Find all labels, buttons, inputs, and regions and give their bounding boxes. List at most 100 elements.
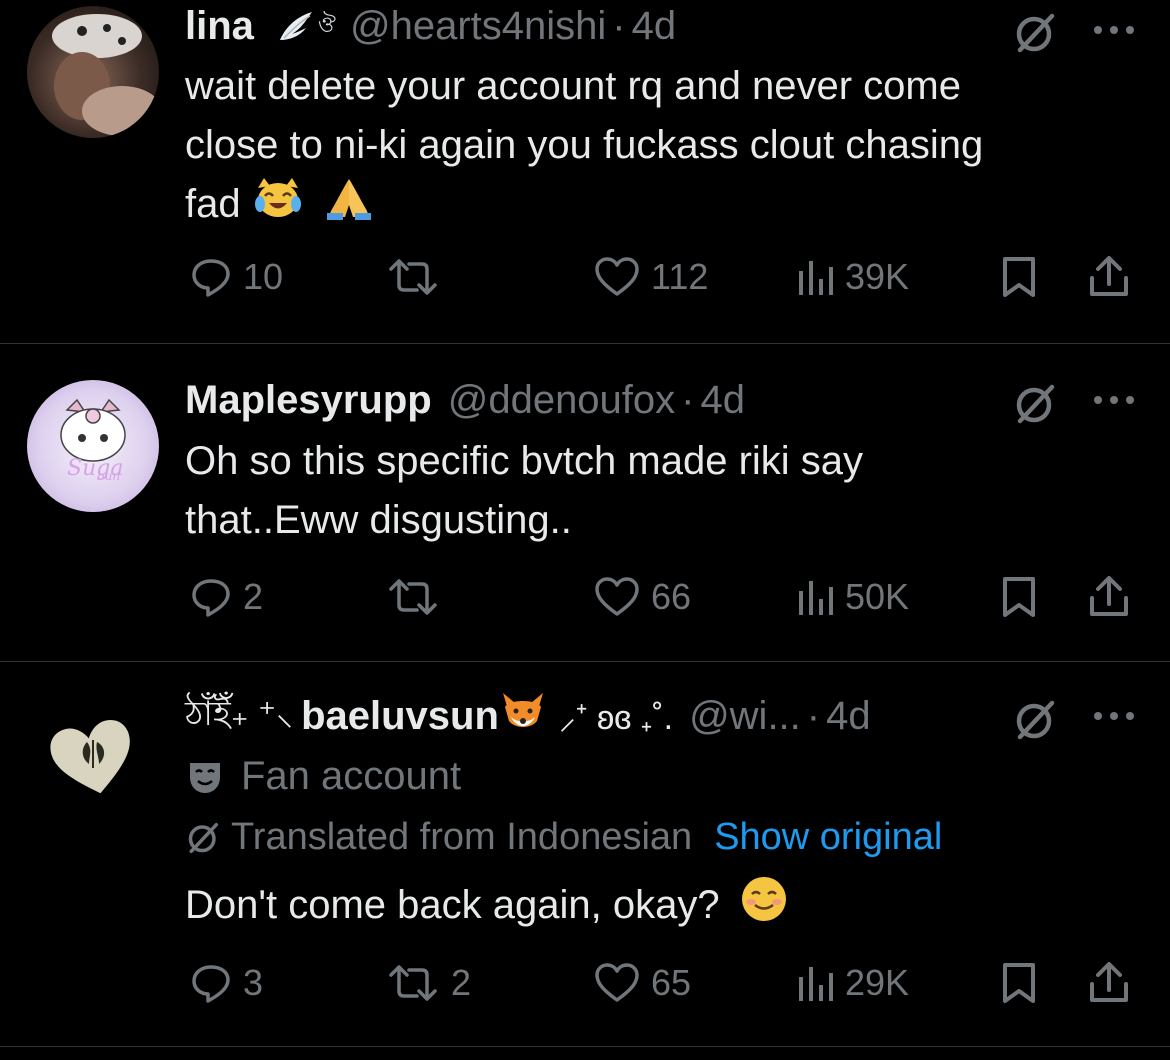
tweet-maplesyrupp[interactable]: Suga bun Maplesyrupp @ddenoufox · 4d Oh … — [0, 344, 1170, 661]
views-count: 50K — [845, 576, 910, 617]
timestamp[interactable]: 4d — [701, 378, 746, 423]
tweet-text-line: fad — [185, 175, 1145, 238]
tweet-text-line: Don't come back again, okay? — [185, 874, 1145, 941]
reply-count: 2 — [243, 576, 264, 617]
bookmark-button[interactable] — [1000, 252, 1038, 302]
like-count: 65 — [651, 962, 692, 1003]
reply-icon — [192, 965, 230, 1003]
tweet-baeluvsun[interactable]: ঠাঁইঁ₊ ⁺⸜ baeluvsun ⸝⁺ ʚɞ ₊˚. @wi... · 4… — [0, 662, 1170, 1046]
crying-laughing-cat-emoji — [252, 176, 304, 237]
like-button[interactable]: 65 — [593, 958, 691, 1008]
share-button[interactable] — [1087, 252, 1131, 302]
translated-label: Translated from Indonesian — [231, 816, 693, 858]
reply-icon — [192, 259, 230, 297]
reply-button[interactable]: 10 — [189, 252, 283, 302]
handle[interactable]: @ddenoufox — [448, 378, 675, 423]
views-count: 39K — [845, 256, 910, 297]
display-name[interactable]: Maplesyrupp — [185, 378, 432, 423]
more-icon[interactable] — [1090, 706, 1138, 726]
display-name[interactable]: lina — [185, 4, 254, 49]
share-button[interactable] — [1087, 572, 1131, 622]
repost-count: 2 — [451, 962, 472, 1003]
affiliate-badge[interactable]: Fan account — [185, 754, 461, 799]
like-icon — [595, 577, 639, 616]
reply-count: 3 — [243, 962, 264, 1003]
like-count: 66 — [651, 576, 692, 617]
bookmark-button[interactable] — [1000, 958, 1038, 1008]
share-icon — [1090, 256, 1128, 296]
like-count: 112 — [651, 256, 709, 297]
name-decoration: ঠাঁইঁ₊ ⁺⸜ — [185, 694, 294, 733]
tweet-text-line: that..Eww disgusting.. — [185, 498, 572, 542]
display-name[interactable]: baeluvsun — [301, 694, 499, 739]
handle[interactable]: @hearts4nishi — [350, 4, 606, 49]
grok-icon[interactable] — [1012, 10, 1058, 56]
tweet-lina[interactable]: lina ঔ @hearts4nishi · 4d wait delete yo… — [0, 0, 1170, 343]
grok-icon — [185, 820, 221, 856]
separator: · — [806, 693, 821, 738]
translation-notice: Translated from Indonesian Show original — [185, 816, 942, 859]
avatar[interactable] — [27, 6, 159, 138]
tweet-text-fragment: Don't come back again, okay? — [185, 883, 720, 928]
tweet-actions: 10 112 39K — [185, 252, 1140, 302]
svg-text:bun: bun — [97, 469, 120, 483]
tweet-actions: 3 2 65 29K — [185, 958, 1140, 1008]
name-decoration: ⸝⁺ ʚɞ ₊˚. — [558, 699, 674, 737]
bookmark-icon — [1003, 257, 1035, 297]
badge-label: Fan account — [241, 754, 462, 798]
folded-hands-emoji — [323, 175, 375, 238]
timestamp[interactable]: 4d — [826, 694, 871, 739]
share-icon — [1090, 962, 1128, 1002]
views-icon — [799, 581, 833, 615]
views-icon — [799, 261, 833, 295]
tweet-text: wait delete your account rq and never co… — [185, 57, 1145, 238]
fox-emoji — [499, 689, 547, 743]
bookmark-icon — [1003, 963, 1035, 1003]
tweet-text-line: Oh so this specific bvtch made riki say — [185, 439, 864, 483]
timestamp[interactable]: 4d — [632, 4, 677, 49]
reply-icon — [192, 579, 230, 617]
like-button[interactable]: 112 — [593, 252, 708, 302]
tweet-header: ঠাঁইঁ₊ ⁺⸜ baeluvsun ⸝⁺ ʚɞ ₊˚. @wi... · 4… — [185, 692, 871, 740]
tweet-divider — [0, 1046, 1170, 1047]
like-icon — [595, 257, 639, 296]
seal-icon: ঔ — [317, 11, 336, 37]
reply-count: 10 — [243, 256, 284, 297]
grok-icon[interactable] — [1012, 697, 1058, 743]
avatar[interactable] — [27, 682, 159, 814]
share-icon — [1090, 576, 1128, 616]
repost-icon — [389, 259, 437, 295]
theater-mask-icon — [185, 757, 225, 797]
bookmark-button[interactable] — [1000, 572, 1038, 622]
repost-button[interactable] — [385, 252, 451, 302]
grok-icon[interactable] — [1012, 381, 1058, 427]
share-button[interactable] — [1087, 958, 1131, 1008]
avatar[interactable]: Suga bun — [27, 380, 159, 512]
handle[interactable]: @wi... — [689, 694, 801, 739]
views-count: 29K — [845, 962, 910, 1003]
like-button[interactable]: 66 — [593, 572, 691, 622]
tweet-text-line: wait delete your account rq and never co… — [185, 64, 961, 108]
separator: · — [612, 3, 626, 48]
more-icon[interactable] — [1090, 20, 1138, 40]
repost-icon — [389, 965, 437, 1001]
tweet-header: Maplesyrupp @ddenoufox · 4d — [185, 376, 745, 424]
views-button[interactable]: 29K — [795, 958, 909, 1008]
tweet-header: lina ঔ @hearts4nishi · 4d — [185, 2, 676, 50]
more-icon[interactable] — [1090, 390, 1138, 410]
like-icon — [595, 963, 639, 1002]
smiling-face-emoji — [739, 874, 789, 941]
separator: · — [681, 377, 695, 422]
repost-button[interactable] — [385, 572, 451, 622]
views-button[interactable]: 50K — [795, 572, 909, 622]
tweet-text: Oh so this specific bvtch made riki say … — [185, 432, 1145, 550]
show-original-link[interactable]: Show original — [714, 816, 942, 859]
reply-button[interactable]: 3 — [189, 958, 263, 1008]
reply-button[interactable]: 2 — [189, 572, 263, 622]
tweet-text-fragment: fad — [185, 182, 241, 227]
repost-button[interactable]: 2 — [385, 958, 471, 1008]
repost-icon — [389, 579, 437, 615]
tweet-actions: 2 66 50K — [185, 572, 1140, 622]
wing-icon — [276, 6, 316, 46]
views-button[interactable]: 39K — [795, 252, 909, 302]
